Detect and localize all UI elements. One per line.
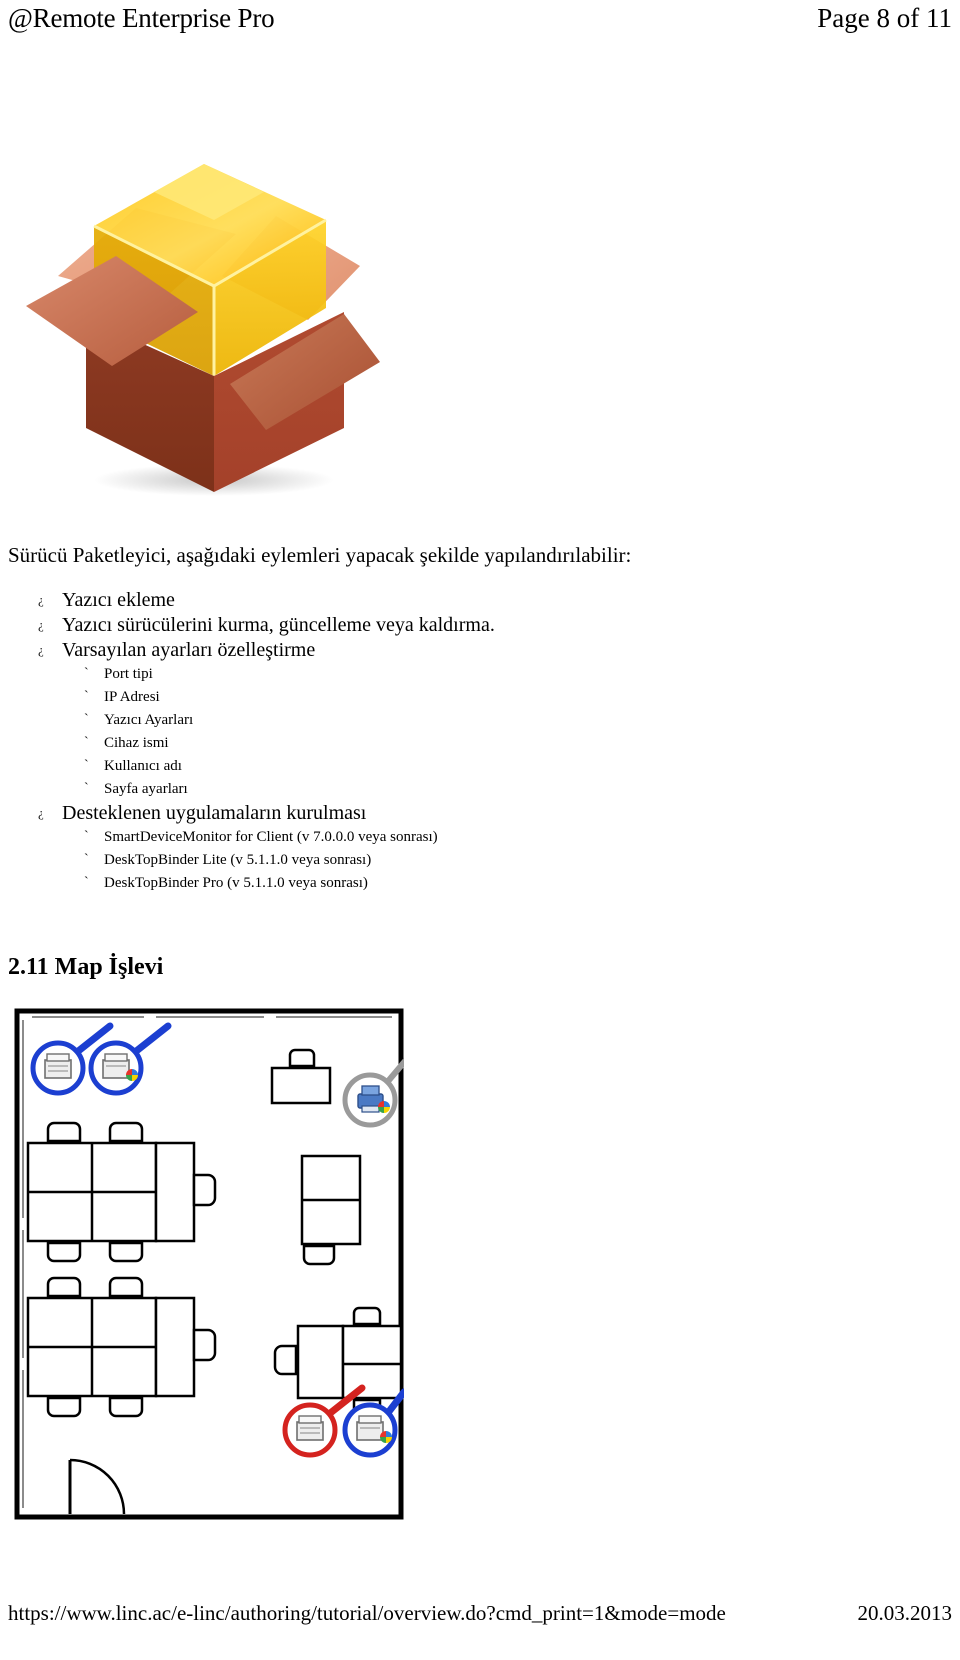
list-item: ` IP Adresi <box>62 686 952 709</box>
sub-bullet-marker-icon: ` <box>84 829 89 844</box>
mfp-bw-icon <box>44 1053 72 1079</box>
desk-top-right <box>270 1048 332 1105</box>
page-footer: https://www.linc.ac/e-linc/authoring/tut… <box>0 1600 960 1626</box>
list-item-label: Cihaz ismi <box>104 735 169 751</box>
list-item: ` Port tipi <box>62 663 952 686</box>
list-item: ¿ Yazıcı ekleme <box>8 588 952 613</box>
desk-shape <box>270 1066 332 1105</box>
chair-shape <box>352 1306 382 1326</box>
desk-shape <box>154 1141 196 1243</box>
desk-cluster-left-2 <box>26 1276 217 1418</box>
color-wheel-badge <box>378 1101 390 1113</box>
sub-bullet-marker-icon: ` <box>84 712 89 727</box>
capability-list: ¿ Yazıcı ekleme ¿ Yazıcı sürücülerini ku… <box>8 588 952 895</box>
chair-shape <box>273 1344 298 1376</box>
chair-shape <box>46 1121 82 1143</box>
sub-bullet-marker-icon: ` <box>84 852 89 867</box>
page-number-label: Page 8 of 11 <box>817 3 952 33</box>
desk-middle-right <box>300 1154 362 1266</box>
document-title: @Remote Enterprise Pro <box>8 3 275 33</box>
chair-shape <box>192 1173 217 1207</box>
bullet-marker-icon: ¿ <box>38 592 44 607</box>
desk-lower-right <box>273 1306 403 1418</box>
chair-shape <box>108 1396 144 1418</box>
chair-shape <box>46 1276 82 1298</box>
list-item-label: Varsayılan ayarları özelleştirme <box>62 639 316 661</box>
list-item: ` DeskTopBinder Pro (v 5.1.1.0 veya sonr… <box>62 872 952 895</box>
list-item: ` SmartDeviceMonitor for Client (v 7.0.0… <box>62 826 952 849</box>
list-item: ` DeskTopBinder Lite (v 5.1.1.0 veya son… <box>62 849 952 872</box>
list-item: ` Cihaz ismi <box>62 732 952 755</box>
mfp-bw-icon <box>296 1415 324 1441</box>
chair-shape <box>192 1328 217 1362</box>
list-item: ` Yazıcı Ayarları <box>62 709 952 732</box>
intro-paragraph: Sürücü Paketleyici, aşağıdaki eylemleri … <box>8 543 632 567</box>
desk-shape <box>296 1324 345 1400</box>
list-item-label: IP Adresi <box>104 689 160 705</box>
list-item-label: DeskTopBinder Lite (v 5.1.1.0 veya sonra… <box>104 852 372 868</box>
bullet-marker-icon: ¿ <box>38 642 44 657</box>
footer-print-date: 20.03.2013 <box>857 1601 953 1625</box>
list-item-label: Sayfa ayarları <box>104 781 188 797</box>
list-item-label: DeskTopBinder Pro (v 5.1.1.0 veya sonras… <box>104 875 368 891</box>
callout-printer-color[interactable] <box>342 1057 404 1128</box>
bullet-marker-icon: ¿ <box>38 617 44 632</box>
list-item-label: Yazıcı ekleme <box>62 589 175 611</box>
footer-source-url: https://www.linc.ac/e-linc/authoring/tut… <box>8 1601 726 1625</box>
page-section-title: 2.11 Map İşlevi <box>8 954 164 980</box>
list-item-label: SmartDeviceMonitor for Client (v 7.0.0.0… <box>104 829 438 845</box>
list-item-label: Port tipi <box>104 666 153 682</box>
list-item-label: Yazıcı Ayarları <box>104 712 194 728</box>
list-item-label: Kullanıcı adı <box>104 758 182 774</box>
page-header: @Remote Enterprise Pro Page 8 of 11 <box>0 0 960 44</box>
sub-bullet-marker-icon: ` <box>84 735 89 750</box>
chair-shape <box>108 1121 144 1143</box>
sub-list-supported-apps: ` SmartDeviceMonitor for Client (v 7.0.0… <box>62 826 952 895</box>
list-item: ¿ Desteklenen uygulamaların kurulması ` … <box>8 801 952 895</box>
sub-bullet-marker-icon: ` <box>84 781 89 796</box>
sub-list-default-settings: ` Port tipi ` IP Adresi ` Yazıcı Ayarlar… <box>62 663 952 801</box>
list-item-label: Yazıcı sürücülerini kurma, güncelleme ve… <box>62 614 495 636</box>
sub-bullet-marker-icon: ` <box>84 689 89 704</box>
list-item: ` Kullanıcı adı <box>62 755 952 778</box>
bullet-marker-icon: ¿ <box>38 805 44 820</box>
desk-shape <box>154 1296 196 1398</box>
office-floor-plan <box>14 1008 404 1520</box>
color-wheel-badge <box>126 1069 138 1081</box>
sub-bullet-marker-icon: ` <box>84 666 89 681</box>
list-item: ` Sayfa ayarları <box>62 778 952 801</box>
chair-shape <box>108 1241 144 1263</box>
body-content: Sürücü Paketleyici, aşağıdaki eylemleri … <box>8 540 952 895</box>
chair-shape <box>288 1048 316 1068</box>
chair-shape <box>302 1244 336 1266</box>
sub-bullet-marker-icon: ` <box>84 875 89 890</box>
package-box-illustration <box>8 108 408 508</box>
list-item: ¿ Yazıcı sürücülerini kurma, güncelleme … <box>8 613 952 638</box>
door-arc <box>68 1458 126 1515</box>
chair-shape <box>46 1396 82 1418</box>
chair-shape <box>46 1241 82 1263</box>
sub-bullet-marker-icon: ` <box>84 758 89 773</box>
color-wheel-badge <box>380 1431 392 1443</box>
chair-shape <box>108 1276 144 1298</box>
list-item-label: Desteklenen uygulamaların kurulması <box>62 802 367 824</box>
list-item: ¿ Varsayılan ayarları özelleştirme ` Por… <box>8 638 952 801</box>
desk-cluster-left-1 <box>26 1121 217 1263</box>
desk-shape <box>341 1324 403 1400</box>
